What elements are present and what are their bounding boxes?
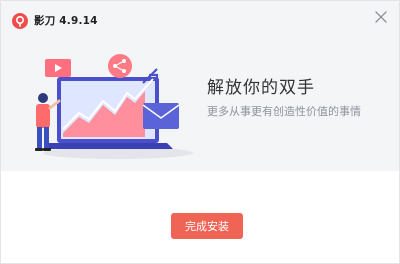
app-title: 影刀 4.9.14 [34, 15, 98, 27]
headline: 解放你的双手 [207, 78, 315, 98]
finish-install-button[interactable]: 完成安装 [171, 213, 243, 239]
installer-window: 影刀 4.9.14 解放你的双手 更多从事更有创造性价值的事情 完成安装 [0, 0, 400, 264]
close-icon[interactable] [373, 9, 389, 25]
title-bar: 影刀 4.9.14 [1, 1, 399, 37]
person-with-laptop-growth-chart-illustration [23, 45, 199, 163]
subline: 更多从事更有创造性价值的事情 [207, 105, 361, 118]
ying-dao-logo-icon [12, 13, 28, 29]
hero-panel: 影刀 4.9.14 解放你的双手 更多从事更有创造性价值的事情 [1, 1, 399, 171]
